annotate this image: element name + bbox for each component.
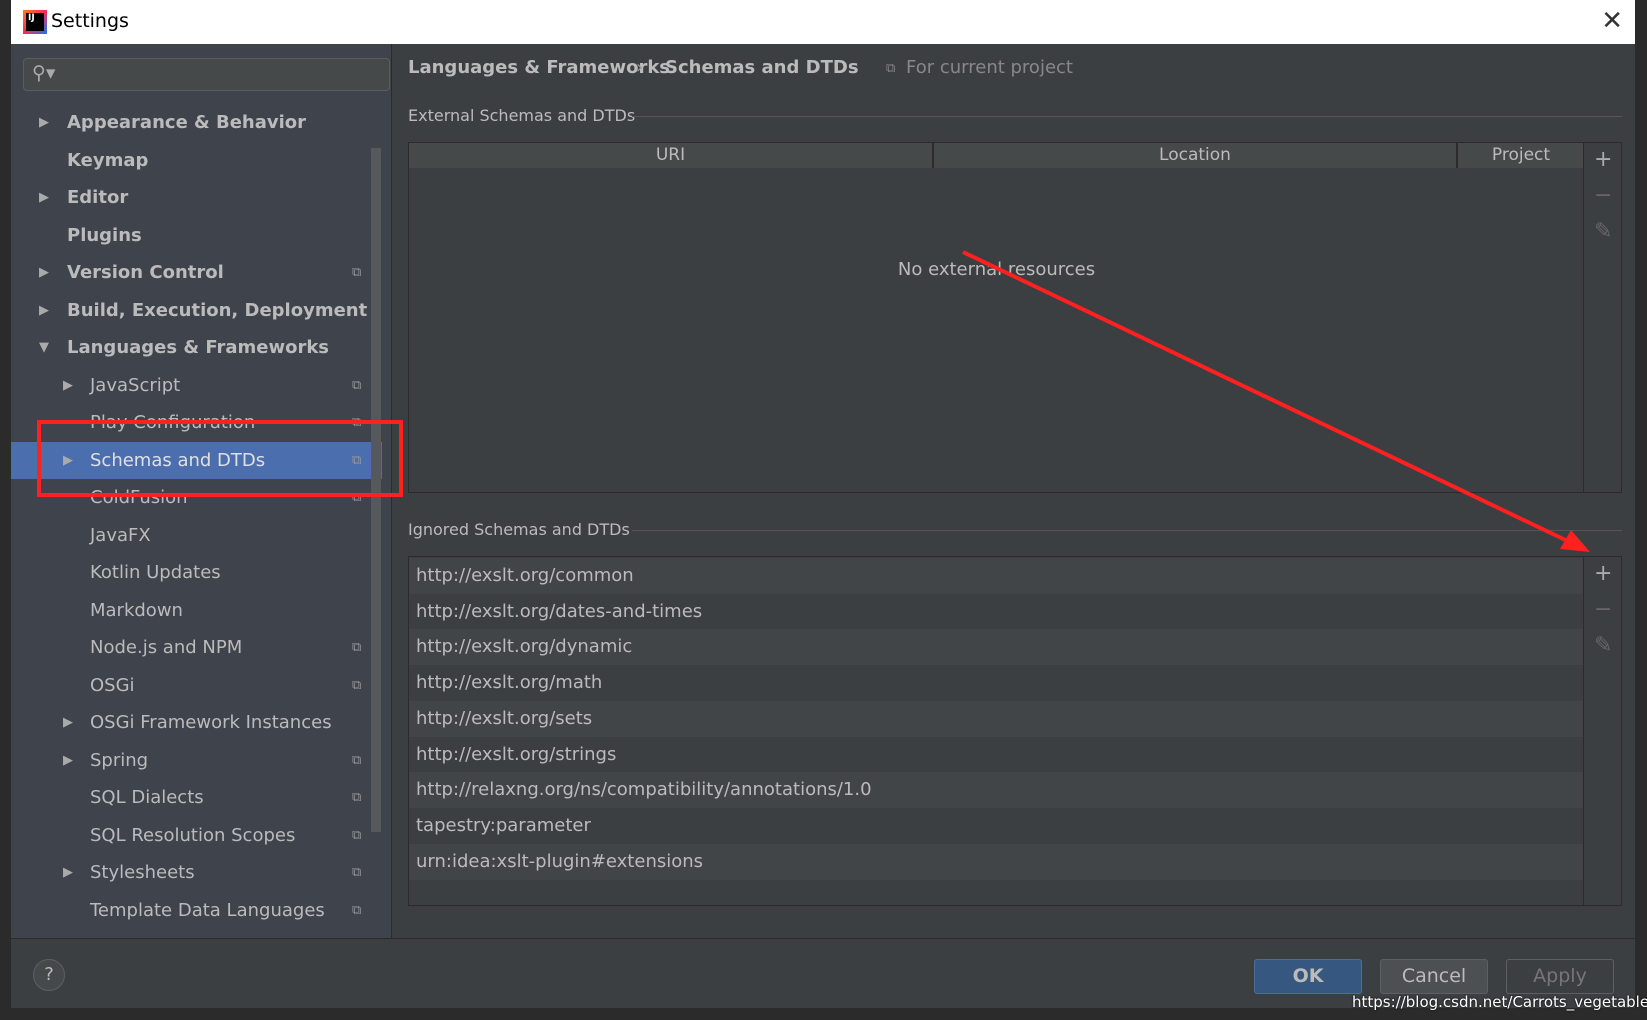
watermark: https://blog.csdn.net/Carrots_vegetables bbox=[1352, 993, 1647, 1011]
highlight-box bbox=[37, 420, 403, 497]
annotation-overlay bbox=[37, 250, 1590, 552]
annotation-arrow bbox=[962, 250, 1579, 548]
